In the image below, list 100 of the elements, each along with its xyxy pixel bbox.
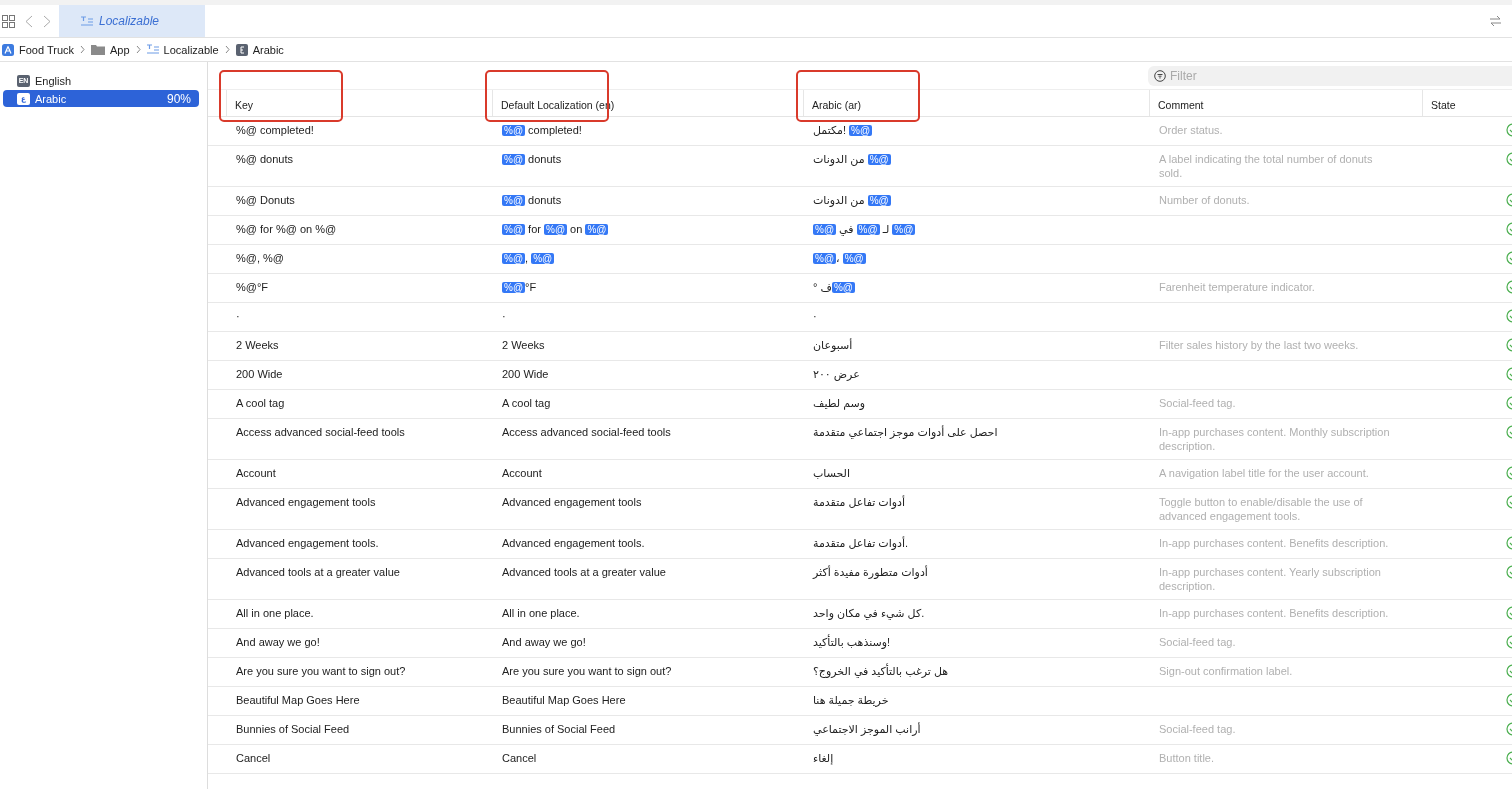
grid-icon[interactable] (2, 14, 15, 28)
cell-text: Are you sure you want to sign out? (502, 665, 672, 677)
column-header[interactable]: State (1431, 99, 1456, 111)
placeholder-token: %@ (867, 195, 891, 206)
cell-text: · (236, 310, 240, 322)
placeholder-token: %@ (585, 224, 609, 235)
cell-text: من الدونات %@ (813, 153, 891, 165)
cell-text: All in one place. (236, 607, 314, 619)
comment-text: Button title. (1159, 752, 1215, 764)
breadcrumb-item[interactable]: App (91, 43, 130, 56)
cell-text: %@ في %@ لـ %@ (813, 223, 916, 235)
cell-text: %@ donuts (502, 194, 562, 206)
comment-text: Order status. (1159, 124, 1223, 136)
cell-text: أسبوعان (813, 339, 853, 351)
cell-text: ° ف %@ (813, 281, 855, 293)
placeholder-token: %@ (892, 224, 916, 235)
cell-text: وسم لطيف (813, 397, 865, 409)
comment-text: Social-feed tag. (1159, 397, 1236, 409)
placeholder-token: %@ (842, 253, 866, 264)
cell-text: خريطة جميلة هنا (813, 694, 889, 706)
breadcrumb-item[interactable]: Arabic (235, 43, 284, 56)
breadcrumb-item[interactable]: Food Truck (2, 43, 75, 56)
strings-file-icon (146, 44, 159, 55)
folder-icon (91, 44, 106, 55)
forward-icon[interactable] (43, 14, 51, 28)
language-label: English (35, 74, 72, 87)
placeholder-token: %@ (867, 154, 891, 165)
cell-text: %@ donuts (236, 153, 294, 165)
column-header[interactable]: Arabic (ar) (812, 99, 861, 111)
cell-text: Advanced engagement tools (236, 496, 376, 508)
chevron-icon (80, 45, 86, 54)
cell-text: الحساب (813, 467, 851, 479)
cell-text: Bunnies of Social Feed (236, 723, 350, 735)
cell-text: Cancel (502, 752, 537, 764)
cell-text: أرانب الموجز الاجتماعي (813, 723, 921, 735)
column-header[interactable]: Comment (1158, 99, 1204, 111)
cell-text: All in one place. (502, 607, 580, 619)
placeholder-token: %@ (813, 224, 837, 235)
comment-text: In-app purchases content. Benefits description. (1159, 537, 1389, 549)
cell-text: %@ completed! (502, 124, 582, 136)
cell-text: من الدونات %@ (813, 194, 891, 206)
placeholder-token: %@ (856, 224, 880, 235)
cell-text: %@ °F (502, 281, 537, 293)
cell-text: %@ donuts (502, 153, 562, 165)
cell-text: أدوات تفاعل متقدمة (813, 496, 905, 508)
cell-text: Advanced tools at a greater value (236, 566, 400, 578)
swap-arrows-icon[interactable] (1489, 15, 1502, 27)
breadcrumb-item[interactable]: Localizable (146, 43, 219, 56)
cell-text: عرض ٢٠٠ (813, 368, 860, 380)
cell-text: Advanced engagement tools. (236, 537, 379, 549)
cell-text: And away we go! (236, 636, 320, 648)
comment-text: Social-feed tag. (1159, 636, 1236, 648)
comment-text: Number of donuts. (1159, 194, 1250, 206)
cell-text: 2 Weeks (502, 339, 545, 351)
cell-text: Advanced tools at a greater value (502, 566, 666, 578)
comment-text: Social-feed tag. (1159, 723, 1236, 735)
cell-text: 2 Weeks (236, 339, 279, 351)
cell-text: %@ , %@ (502, 252, 555, 264)
comment-text: Filter sales history by the last two weeks. (1159, 339, 1359, 351)
placeholder-token: %@ (849, 125, 873, 136)
cell-text: Advanced engagement tools (502, 496, 642, 508)
cell-text: كل شيء في مكان واحد. (813, 607, 925, 619)
cell-text: هل ترغب بالتأكيد في الخروج؟ (813, 665, 949, 677)
cell-text: أدوات متطورة مفيدة أكثر (813, 566, 928, 578)
cell-text: %@ ، %@ (813, 252, 866, 264)
comment-text: A label indicating the total number of donuts sold. (1159, 153, 1373, 179)
placeholder-token: %@ (502, 195, 526, 206)
cell-text: Account (236, 467, 276, 479)
column-header[interactable]: Key (235, 99, 254, 111)
cell-text: %@ Donuts (236, 194, 295, 206)
cell-text: وسنذهب بالتأكيد! (813, 636, 891, 648)
cell-text: %@ for %@ on %@ (502, 223, 609, 235)
cell-text: Access advanced social-feed tools (502, 426, 671, 438)
filter-icon (1154, 69, 1166, 82)
cell-text: Cancel (236, 752, 271, 764)
placeholder-token: %@ (502, 125, 526, 136)
comment-text: Sign-out confirmation label. (1159, 665, 1293, 677)
back-icon[interactable] (25, 14, 33, 28)
comment-text: In-app purchases content. Monthly subscription description. (1159, 426, 1390, 452)
placeholder-token: %@ (502, 282, 526, 293)
comment-text: A navigation label title for the user account. (1159, 467, 1369, 479)
cell-text: %@ for %@ on %@ (236, 223, 337, 235)
cell-text: 200 Wide (236, 368, 283, 380)
chevron-icon (135, 45, 141, 54)
cell-text: · (502, 310, 506, 322)
cell-text: And away we go! (502, 636, 586, 648)
editor-tab[interactable]: Localizable (59, 5, 206, 37)
cell-text: Access advanced social-feed tools (236, 426, 405, 438)
cell-text: أدوات تفاعل متقدمة. (813, 537, 909, 549)
comment-text: In-app purchases content. Benefits description. (1159, 607, 1389, 619)
cell-text: Beautiful Map Goes Here (502, 694, 626, 706)
strings-file-icon (81, 15, 93, 27)
cell-text: %@ completed! (236, 124, 314, 136)
cell-text: Bunnies of Social Feed (502, 723, 616, 735)
comment-text: Toggle button to enable/disable the use of advanced engagement tools. (1159, 496, 1363, 522)
chevron-icon (224, 45, 230, 54)
language-label: Arabic (35, 92, 67, 105)
placeholder-token: %@ (813, 253, 837, 264)
cell-text: Are you sure you want to sign out? (236, 665, 406, 677)
cell-text: · (813, 310, 817, 322)
